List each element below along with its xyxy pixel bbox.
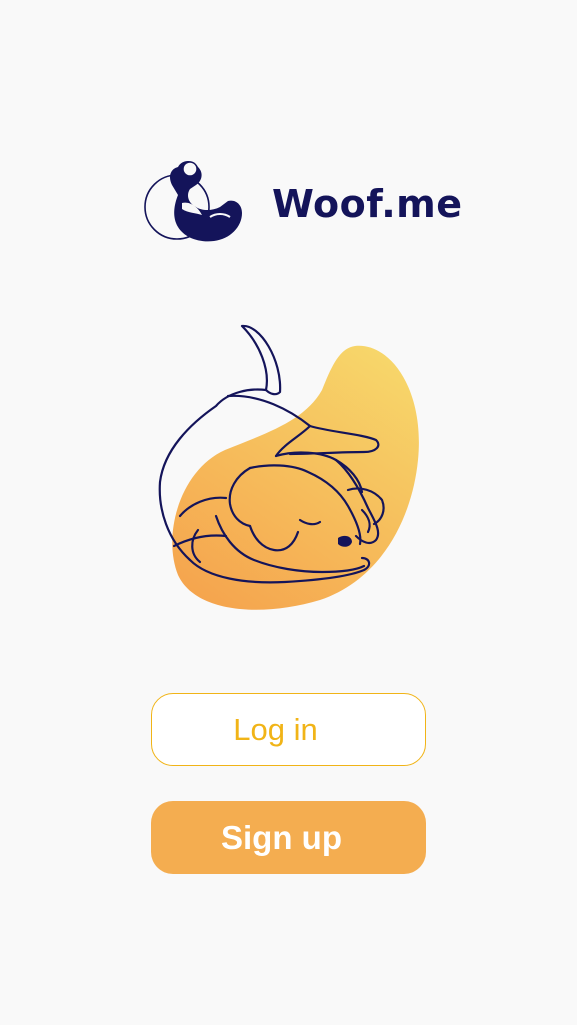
brand-logo: Woof.me [140,155,462,245]
signup-button-label: Sign up [221,818,342,856]
sleeping-dog-illustration [158,324,419,610]
login-button[interactable]: Log in [151,693,426,766]
brand-name: Woof.me [272,182,463,226]
login-button-label: Log in [233,711,318,747]
signup-button[interactable]: Sign up [151,801,426,874]
dog-logo-icon [144,161,242,242]
